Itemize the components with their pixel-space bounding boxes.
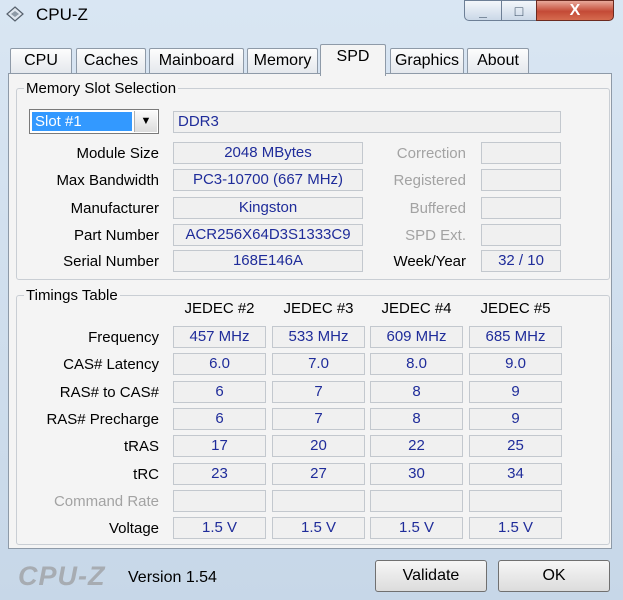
timings-cell: 9.0 [469,353,562,375]
timings-row-label: Command Rate [53,493,159,510]
timings-cell: 9 [469,408,562,430]
timings-cell: 533 MHz [272,326,365,348]
timings-cell: 7 [272,408,365,430]
part-number-label: Part Number [73,227,159,244]
tab-spd[interactable]: SPD [320,44,386,76]
tab-cpu[interactable]: CPU [10,48,72,74]
timings-cell: 6 [173,381,266,403]
timings-cell [272,490,365,512]
timings-cell: 17 [173,435,266,457]
timings-row-label: RAS# to CAS# [59,384,159,401]
timings-row-label: tRC [133,466,159,483]
max-bandwidth-field: PC3-10700 (667 MHz) [173,169,363,191]
timings-table-legend: Timings Table [26,287,118,304]
timings-row-label: Frequency [88,329,159,346]
timings-cell: 25 [469,435,562,457]
timings-cell: 22 [370,435,463,457]
module-size-field: 2048 MBytes [173,142,363,164]
timings-cell: 27 [272,463,365,485]
timings-cell: 34 [469,463,562,485]
tab-caches[interactable]: Caches [76,48,146,74]
timings-row-label: Voltage [108,520,159,537]
timings-cell: 7 [272,381,365,403]
window-title: CPU-Z [36,5,88,24]
spd-ext-label: SPD Ext. [405,227,466,244]
timings-cell: 609 MHz [370,326,463,348]
timings-cell: 30 [370,463,463,485]
timings-cell: 20 [272,435,365,457]
correction-field [481,142,561,164]
timings-cell: 8 [370,381,463,403]
timings-column-header: JEDEC #5 [480,300,551,317]
timings-cell: 1.5 V [272,517,365,539]
timings-cell: 9 [469,381,562,403]
week-year-field: 32 / 10 [481,250,561,272]
timings-column-header: JEDEC #2 [184,300,255,317]
timings-cell: 6 [173,408,266,430]
spd-ext-field [481,224,561,246]
maximize-icon: □ [514,3,524,19]
timings-cell: 1.5 V [469,517,562,539]
close-icon: X [569,2,581,19]
maximize-button[interactable]: □ [501,0,537,21]
slot-select-value: Slot #1 [32,112,132,131]
buffered-label: Buffered [409,200,466,217]
timings-cell: 7.0 [272,353,365,375]
timings-cell: 1.5 V [173,517,266,539]
memory-type-field: DDR3 [173,111,561,133]
buffered-field [481,197,561,219]
max-bandwidth-label: Max Bandwidth [56,172,159,189]
week-year-label: Week/Year [393,253,466,270]
timings-cell: 8 [370,408,463,430]
timings-cell: 8.0 [370,353,463,375]
timings-row-label: CAS# Latency [63,356,159,373]
timings-cell [469,490,562,512]
serial-number-label: Serial Number [63,253,159,270]
registered-field [481,169,561,191]
part-number-field: ACR256X64D3S1333C9 [173,224,363,246]
timings-cell [370,490,463,512]
timings-row-label: RAS# Precharge [46,411,159,428]
registered-label: Registered [393,172,466,189]
title-bar[interactable]: CPU-Z _ □ X [0,0,623,30]
ok-button[interactable]: OK [498,560,610,592]
cpuz-window: CPU-Z _ □ X CPU Caches Mainboard Memory … [0,0,623,600]
timings-cell: 1.5 V [370,517,463,539]
slot-select[interactable]: Slot #1 ▼ [29,109,159,134]
correction-label: Correction [396,145,466,162]
timings-column-header: JEDEC #4 [381,300,452,317]
tab-graphics[interactable]: Graphics [390,48,464,74]
timings-row-label: tRAS [123,438,159,455]
memory-slot-selection-legend: Memory Slot Selection [26,80,177,97]
tab-memory[interactable]: Memory [247,48,318,74]
timings-cell: 23 [173,463,266,485]
manufacturer-field: Kingston [173,197,363,219]
tab-about[interactable]: About [467,48,529,74]
close-button[interactable]: X [536,0,614,21]
timings-cell [173,490,266,512]
timings-column-header: JEDEC #3 [283,300,354,317]
chevron-down-icon[interactable]: ▼ [134,111,157,132]
cpuz-logo: CPU-Z [18,561,106,591]
serial-number-field: 168E146A [173,250,363,272]
tab-mainboard[interactable]: Mainboard [149,48,244,74]
module-size-label: Module Size [76,145,159,162]
timings-cell: 457 MHz [173,326,266,348]
timings-cell: 6.0 [173,353,266,375]
timings-cell: 685 MHz [469,326,562,348]
cpuz-app-icon [6,6,24,22]
manufacturer-label: Manufacturer [70,200,159,217]
version-label: Version 1.54 [128,569,217,586]
minimize-icon: _ [479,3,487,19]
minimize-button[interactable]: _ [464,0,502,21]
validate-button[interactable]: Validate [375,560,487,592]
